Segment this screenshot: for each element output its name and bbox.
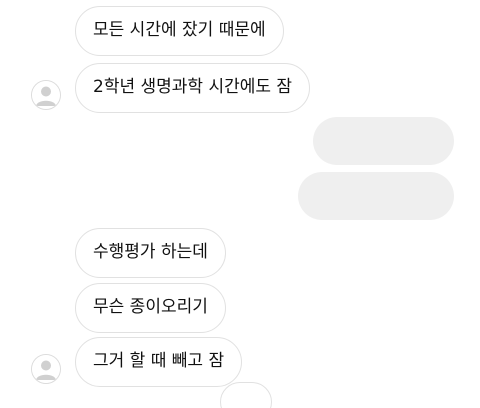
outgoing-message-bubble[interactable] xyxy=(298,172,454,220)
incoming-message-bubble[interactable]: 수행평가 하는데 xyxy=(75,228,226,278)
sender-avatar[interactable] xyxy=(31,354,61,384)
message-text: 모든 시간에 잤기 때문에 xyxy=(93,20,266,40)
incoming-message-bubble[interactable]: 무슨 종이오리기 xyxy=(75,283,226,333)
message-text: 그거 할 때 빼고 잠 xyxy=(93,351,225,371)
user-avatar-icon xyxy=(32,355,60,383)
chat-thread: 모든 시간에 잤기 때문에 2학년 생명과학 시간에도 잠 수행평가 하는데 무… xyxy=(0,0,480,408)
incoming-message-bubble[interactable]: 2학년 생명과학 시간에도 잠 xyxy=(75,63,311,113)
typing-indicator-bubble xyxy=(220,382,272,408)
sender-avatar[interactable] xyxy=(31,80,61,110)
outgoing-message-bubble[interactable] xyxy=(313,117,454,165)
incoming-message-bubble[interactable]: 그거 할 때 빼고 잠 xyxy=(75,337,243,387)
incoming-message-bubble[interactable]: 모든 시간에 잤기 때문에 xyxy=(75,6,284,56)
message-text: 무슨 종이오리기 xyxy=(93,297,208,317)
user-avatar-icon xyxy=(32,81,60,109)
message-text: 수행평가 하는데 xyxy=(93,242,208,262)
message-text: 2학년 생명과학 시간에도 잠 xyxy=(93,77,293,97)
